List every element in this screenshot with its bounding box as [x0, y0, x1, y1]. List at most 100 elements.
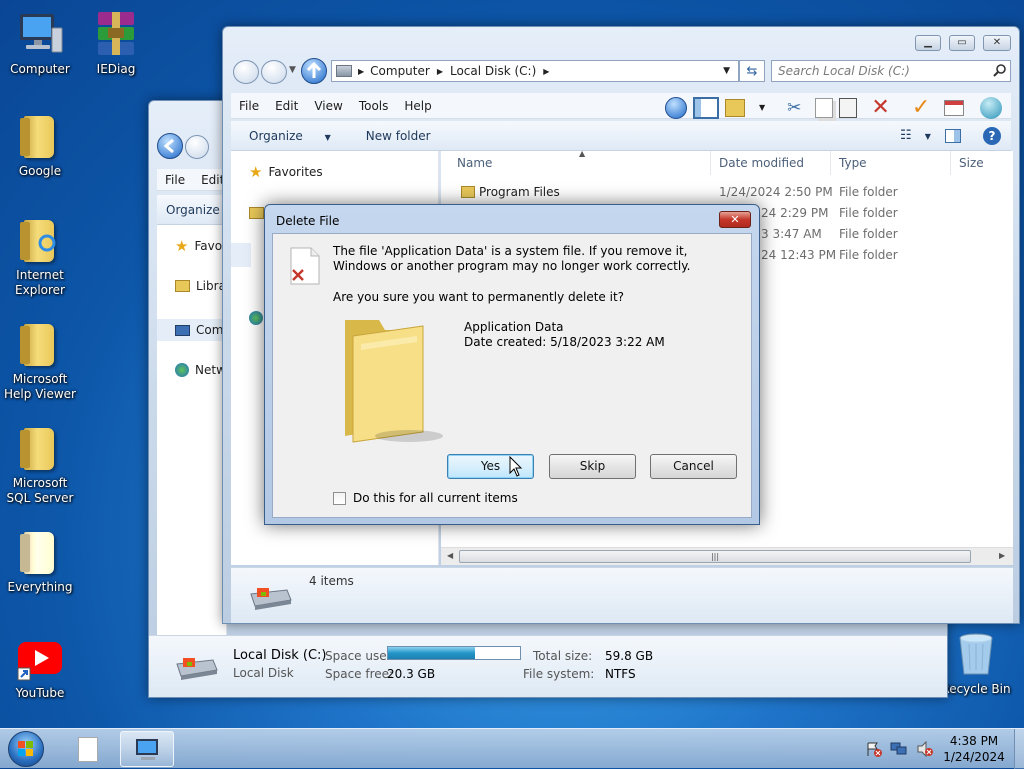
drive-icon: [247, 582, 293, 615]
desktop-icon-label: IEDiag: [96, 62, 136, 76]
breadcrumb-separator-icon: ▶: [358, 66, 365, 76]
help-icon[interactable]: ?: [983, 126, 1001, 145]
copy-icon[interactable]: [815, 97, 834, 118]
scroll-right-icon[interactable]: ▶: [999, 551, 1005, 560]
up-folder-icon[interactable]: [665, 96, 687, 119]
table-row[interactable]: Program Files 1/24/2024 2:50 PM File fol…: [441, 182, 1013, 203]
system-file-warning-icon: [285, 246, 325, 289]
item-date-created: Date created: 5/18/2023 3:22 AM: [464, 335, 665, 349]
folder-icon: [16, 424, 64, 472]
youtube-icon: [16, 634, 64, 682]
paste-icon[interactable]: [839, 97, 858, 118]
desktop-icon-everything[interactable]: Everything: [0, 528, 80, 595]
nav-libraries[interactable]: Libra: [175, 279, 226, 293]
menu-tools[interactable]: Tools: [351, 99, 397, 113]
desktop-icon-recycle-bin[interactable]: Recycle Bin: [936, 630, 1016, 697]
breadcrumb-local-disk[interactable]: Local Disk (C:): [450, 64, 536, 78]
address-bar[interactable]: ▶ Computer ▶ Local Disk (C:) ▶ ▼: [331, 60, 739, 82]
nav-libraries-icon[interactable]: [249, 207, 264, 219]
total-size-label: Total size:: [533, 649, 593, 663]
column-header-size[interactable]: Size: [951, 151, 1013, 175]
column-header-type[interactable]: Type: [831, 151, 951, 175]
column-header-name[interactable]: Name: [449, 151, 711, 175]
breadcrumb-computer[interactable]: Computer: [370, 64, 430, 78]
address-dropdown-icon[interactable]: ▼: [723, 66, 730, 76]
back-button[interactable]: [157, 133, 183, 159]
delete-icon[interactable]: ✕: [863, 95, 897, 120]
menu-file[interactable]: File: [157, 173, 193, 187]
apply-all-label[interactable]: Do this for all current items: [353, 491, 518, 505]
folder-icon: [16, 528, 64, 576]
file-system-value: NTFS: [605, 667, 636, 681]
column-header-date[interactable]: Date modified: [711, 151, 831, 175]
network-icon: [175, 363, 189, 377]
new-folder-button[interactable]: New folder: [357, 129, 440, 143]
file-date: 24 12:43 PM: [761, 248, 837, 262]
show-desktop-button[interactable]: [1014, 729, 1024, 769]
file-system-label: File system:: [523, 667, 595, 681]
nav-network-icon[interactable]: [249, 311, 263, 325]
tray-volume-muted-icon[interactable]: [916, 740, 934, 758]
up-button[interactable]: [301, 58, 327, 84]
search-icon: [993, 63, 1007, 80]
taskbar-app-file[interactable]: [62, 732, 114, 766]
space-used-fill: [388, 647, 476, 659]
preview-pane-icon[interactable]: [945, 128, 961, 143]
desktop-icon-google[interactable]: Google: [0, 112, 80, 179]
desktop-icon-internet-explorer[interactable]: Internet Explorer: [0, 216, 80, 298]
recent-pages-chevron-icon[interactable]: ▼: [289, 65, 296, 75]
drive-icon: [336, 65, 352, 77]
desktop-icon-help-viewer[interactable]: Microsoft Help Viewer: [0, 320, 80, 402]
cut-icon[interactable]: ✂: [779, 98, 809, 118]
folder-options-icon[interactable]: [725, 98, 745, 117]
scroll-left-icon[interactable]: ◀: [447, 551, 453, 560]
nav-favorites[interactable]: ★ Favo: [175, 237, 222, 255]
menu-file[interactable]: File: [231, 99, 267, 113]
checkmark-icon[interactable]: ✓: [904, 95, 938, 120]
organize-button[interactable]: Organize: [157, 203, 229, 217]
nav-network[interactable]: Netw: [175, 363, 226, 377]
mouse-cursor-icon: [509, 455, 523, 481]
tray-network-icon[interactable]: [890, 741, 908, 757]
maximize-button[interactable]: ▭: [949, 35, 975, 51]
close-button[interactable]: ✕: [983, 35, 1011, 51]
desktop-icon-label: Recycle Bin: [941, 682, 1011, 696]
nav-computer-selected[interactable]: [231, 243, 251, 267]
desktop-icon-label: Everything: [7, 580, 73, 594]
scrollbar-thumb[interactable]: |||: [459, 550, 971, 563]
menu-edit[interactable]: Edit: [267, 99, 306, 113]
skip-button[interactable]: Skip: [549, 454, 636, 479]
dropdown-icon[interactable]: ▼: [751, 103, 773, 112]
forward-button[interactable]: [261, 60, 287, 84]
apply-all-checkbox[interactable]: [333, 492, 346, 505]
horizontal-scrollbar[interactable]: ◀ ||| ▶: [441, 547, 1013, 565]
cancel-button[interactable]: Cancel: [650, 454, 737, 479]
desktop-icon-sql-server[interactable]: Microsoft SQL Server: [0, 424, 80, 506]
menu-help[interactable]: Help: [396, 99, 439, 113]
space-used-bar: [387, 646, 521, 660]
blank-document-icon: [78, 737, 98, 762]
desktop-icon-youtube[interactable]: YouTube: [0, 634, 80, 701]
preview-pane-icon[interactable]: [693, 96, 719, 119]
desktop-icon-iediag[interactable]: IEDiag: [76, 10, 156, 77]
nav-computer[interactable]: Com: [157, 319, 227, 341]
nav-favorites[interactable]: ★ Favorites: [249, 163, 323, 181]
minimize-button[interactable]: ▁: [915, 35, 941, 51]
view-options-icon[interactable]: ☷ ▼: [891, 128, 949, 143]
clock-date[interactable]: 1/24/2024: [940, 750, 1008, 764]
properties-icon[interactable]: [944, 99, 965, 116]
desktop-icon-computer[interactable]: Computer: [0, 10, 80, 77]
menu-view[interactable]: View: [306, 99, 350, 113]
search-input[interactable]: Search Local Disk (C:): [771, 60, 1011, 82]
organize-button[interactable]: Organize ▼: [231, 129, 349, 143]
tray-action-center-icon[interactable]: [866, 741, 882, 757]
dialog-close-button[interactable]: ✕: [719, 211, 751, 228]
folder-icon: [16, 216, 64, 264]
start-button[interactable]: [8, 731, 44, 767]
globe-icon[interactable]: [980, 96, 1003, 119]
forward-button[interactable]: [185, 135, 209, 159]
back-button[interactable]: [233, 60, 259, 84]
refresh-button[interactable]: ⇆: [739, 60, 765, 82]
clock-time[interactable]: 4:38 PM: [944, 734, 1004, 748]
taskbar-app-explorer[interactable]: [120, 731, 174, 767]
